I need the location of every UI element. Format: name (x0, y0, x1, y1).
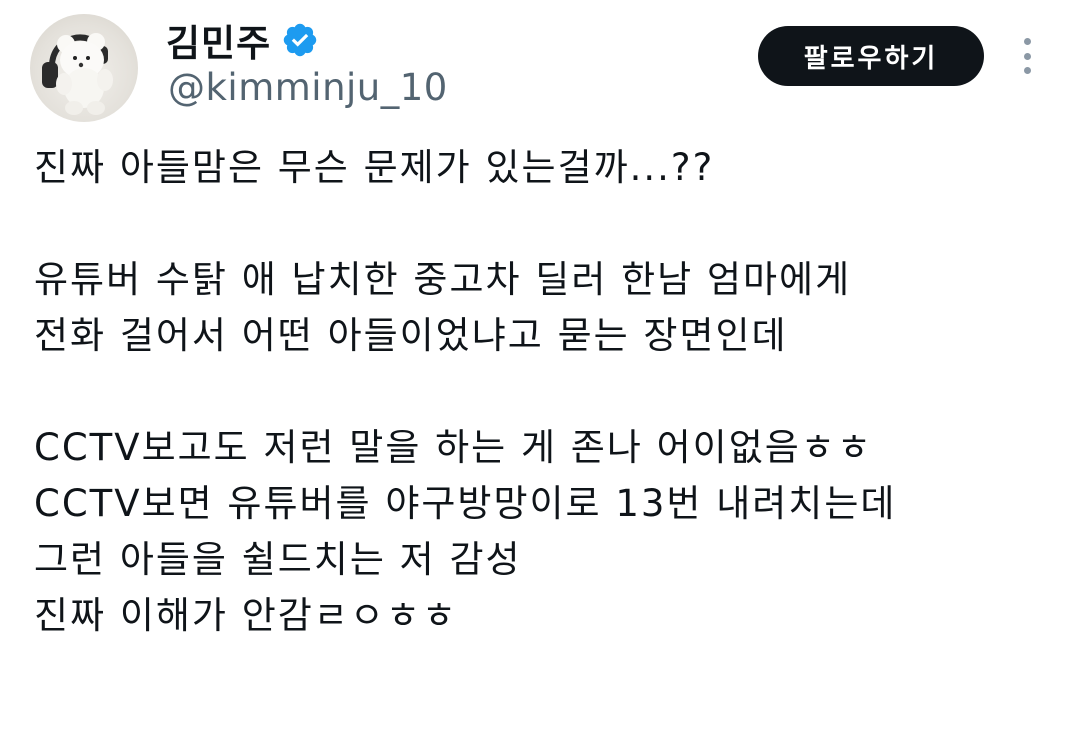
tweet-line: CCTV보면 유튜버를 야구방망이로 13번 내려치는데 (34, 482, 897, 525)
tweet-line: 진짜 이해가 안감ㄹㅇㅎㅎ (34, 594, 458, 637)
tweet-line: 전화 걸어서 어떤 아들이었냐고 묻는 장면인데 (34, 314, 788, 357)
tweet-line: 유튜버 수탉 애 납치한 중고차 딜러 한남 엄마에게 (34, 258, 852, 301)
tweet-line: 그런 아들을 쉴드치는 저 감성 (34, 538, 522, 581)
more-options-icon[interactable] (1010, 36, 1044, 76)
verified-badge-icon (281, 21, 319, 59)
user-handle[interactable]: @kimminju_10 (168, 66, 448, 109)
tweet-header: 김민주 @kimminju_10 팔로우하기 (0, 0, 1080, 130)
name-row: 김민주 (166, 12, 319, 68)
tweet-line: CCTV보고도 저런 말을 하는 게 존나 어이없음ㅎㅎ (34, 426, 873, 469)
more-dot (1023, 38, 1031, 45)
tweet-line: 진짜 아들맘은 무슨 문제가 있는걸까...?? (34, 146, 715, 189)
display-name[interactable]: 김민주 (166, 13, 271, 67)
avatar-teddy-bear-image (42, 33, 113, 115)
more-dot (1023, 52, 1031, 60)
avatar[interactable] (30, 14, 138, 122)
follow-button[interactable]: 팔로우하기 (758, 26, 984, 86)
tweet-text: 진짜 아들맘은 무슨 문제가 있는걸까...?? 유튜버 수탉 애 납치한 중고… (34, 140, 1064, 644)
more-dot (1023, 67, 1031, 74)
